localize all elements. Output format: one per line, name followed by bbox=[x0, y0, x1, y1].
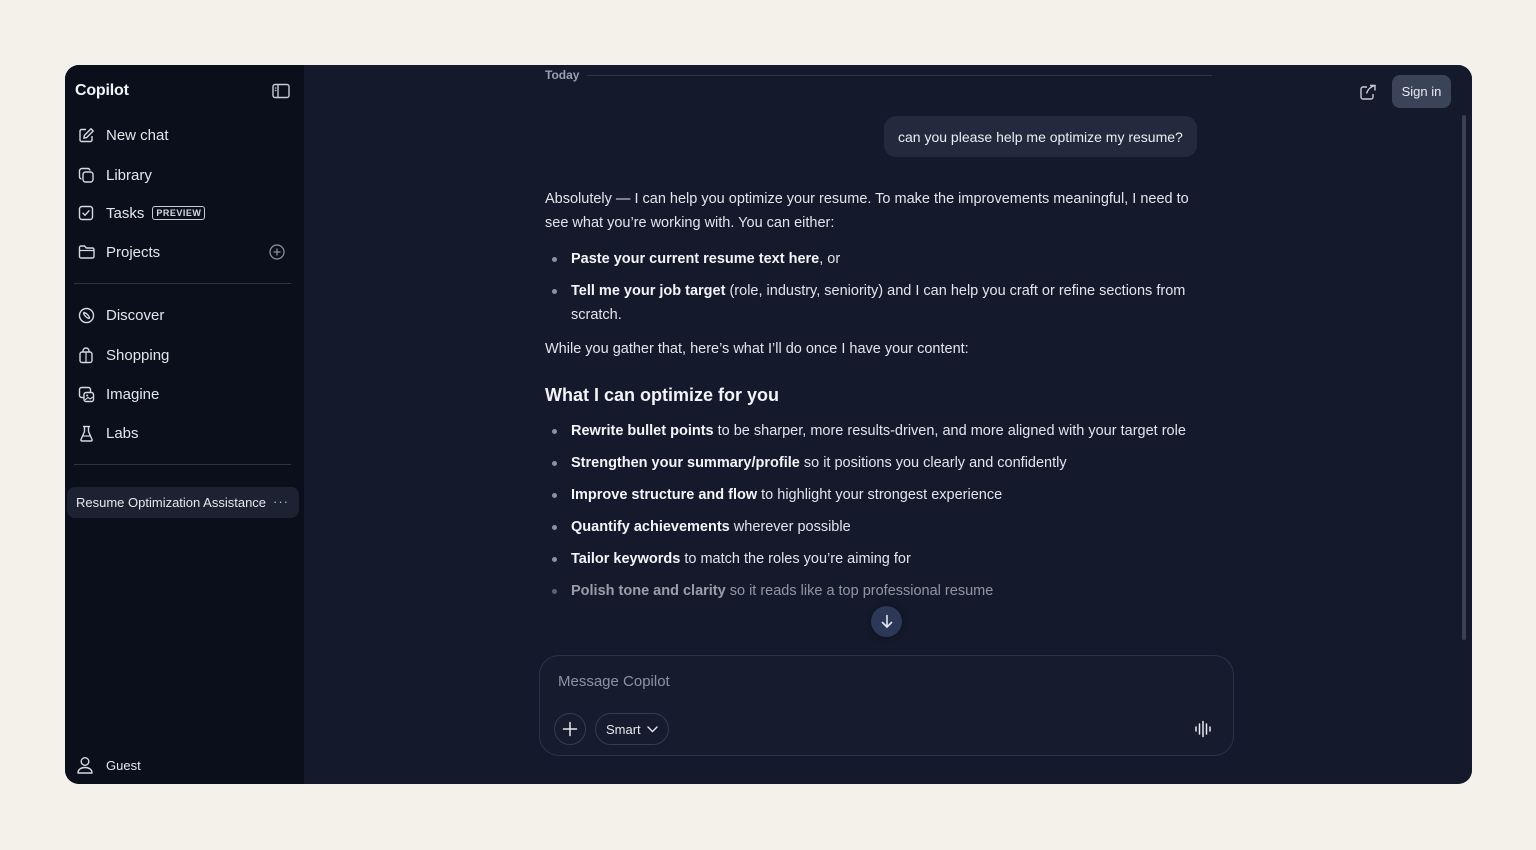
list-item: Strengthen your summary/profile so it po… bbox=[545, 451, 1213, 475]
checkbox-icon bbox=[77, 204, 95, 222]
add-project-icon[interactable] bbox=[269, 244, 285, 260]
list-item: Tailor keywords to match the roles you’r… bbox=[545, 547, 1213, 571]
user-icon bbox=[77, 757, 93, 774]
answer-intro: Absolutely — I can help you optimize you… bbox=[545, 191, 1189, 231]
add-attachment-button[interactable] bbox=[554, 713, 586, 745]
mode-label: Smart bbox=[606, 721, 641, 737]
chevron-down-icon bbox=[646, 725, 658, 732]
sidebar-item-label: Shopping bbox=[106, 346, 170, 364]
sidebar: Copilot New chat Library Tasks PREVIEW P… bbox=[65, 65, 304, 784]
voice-wave-icon bbox=[1195, 720, 1211, 738]
sidebar-toggle-icon bbox=[272, 83, 290, 99]
app-window: Copilot New chat Library Tasks PREVIEW P… bbox=[65, 65, 1472, 784]
sidebar-item-label: Discover bbox=[106, 306, 165, 324]
scrollbar[interactable] bbox=[1462, 115, 1466, 640]
sidebar-item-discover[interactable]: Discover bbox=[73, 298, 295, 332]
brand-logo: Copilot bbox=[75, 82, 129, 99]
sidebar-toggle-button[interactable] bbox=[270, 81, 292, 101]
share-button[interactable] bbox=[1356, 81, 1380, 103]
scroll-to-bottom-button[interactable] bbox=[871, 606, 902, 637]
folder-icon bbox=[77, 243, 95, 261]
sidebar-item-projects[interactable]: Projects bbox=[73, 235, 295, 269]
sidebar-item-label: New chat bbox=[106, 126, 169, 144]
share-icon bbox=[1360, 84, 1376, 100]
list-item: Quantify achievements wherever possible bbox=[545, 515, 1213, 539]
list-item: Improve structure and flow to highlight … bbox=[545, 483, 1213, 507]
user-message: can you please help me optimize my resum… bbox=[884, 116, 1197, 157]
flask-icon bbox=[77, 424, 95, 442]
user-profile[interactable]: Guest bbox=[75, 755, 141, 775]
compass-icon bbox=[77, 306, 95, 324]
sidebar-item-new-chat[interactable]: New chat bbox=[73, 118, 295, 152]
preview-badge: PREVIEW bbox=[152, 206, 206, 220]
list-item: Rewrite bullet points to be sharper, mor… bbox=[545, 419, 1213, 443]
answer-heading: What I can optimize for you bbox=[545, 385, 780, 405]
sidebar-item-imagine[interactable]: Imagine bbox=[73, 377, 295, 411]
sidebar-item-shopping[interactable]: Shopping bbox=[73, 338, 295, 372]
image-icon bbox=[77, 385, 95, 403]
optimizations-list: Rewrite bullet points to be sharper, mor… bbox=[545, 419, 1213, 603]
recent-chat-item[interactable]: Resume Optimization Assistance ··· bbox=[67, 487, 299, 518]
answer-transition: While you gather that, here’s what I’ll … bbox=[545, 341, 969, 357]
edit-icon bbox=[77, 126, 95, 144]
sidebar-item-label: Library bbox=[106, 166, 152, 184]
assistant-message: Absolutely — I can help you optimize you… bbox=[545, 187, 1213, 613]
arrow-down-icon bbox=[881, 614, 892, 628]
sidebar-item-label: Labs bbox=[106, 424, 139, 442]
sidebar-item-label: Imagine bbox=[106, 385, 160, 403]
sign-in-button[interactable]: Sign in bbox=[1392, 75, 1451, 108]
message-composer: Smart bbox=[539, 655, 1234, 756]
more-options-icon[interactable]: ··· bbox=[273, 494, 289, 509]
sidebar-item-library[interactable]: Library bbox=[73, 158, 295, 192]
chat-main: Today Sign in can you please help me opt… bbox=[304, 65, 1472, 784]
list-item: Polish tone and clarity so it reads like… bbox=[545, 579, 1213, 603]
date-separator: Today bbox=[545, 67, 1212, 83]
date-divider-line bbox=[587, 74, 1212, 76]
sidebar-item-label: Tasks bbox=[106, 204, 145, 222]
sidebar-item-tasks[interactable]: Tasks PREVIEW bbox=[73, 196, 295, 230]
sidebar-divider bbox=[74, 464, 291, 465]
library-icon bbox=[77, 166, 95, 184]
sidebar-item-label: Projects bbox=[106, 243, 161, 261]
voice-input-button[interactable] bbox=[1191, 717, 1215, 741]
user-name: Guest bbox=[106, 757, 141, 773]
sidebar-item-labs[interactable]: Labs bbox=[73, 416, 295, 450]
date-label: Today bbox=[545, 68, 580, 82]
plus-icon bbox=[562, 721, 578, 737]
mode-selector[interactable]: Smart bbox=[595, 713, 669, 745]
recent-chat-title: Resume Optimization Assistance bbox=[76, 495, 267, 510]
shopping-bag-icon bbox=[77, 346, 95, 364]
list-item: Paste your current resume text here, or bbox=[545, 247, 1213, 271]
list-item: Tell me your job target (role, industry,… bbox=[545, 279, 1213, 327]
sidebar-divider bbox=[74, 283, 291, 284]
message-input[interactable] bbox=[558, 668, 1198, 694]
options-list: Paste your current resume text here, or … bbox=[545, 247, 1213, 327]
